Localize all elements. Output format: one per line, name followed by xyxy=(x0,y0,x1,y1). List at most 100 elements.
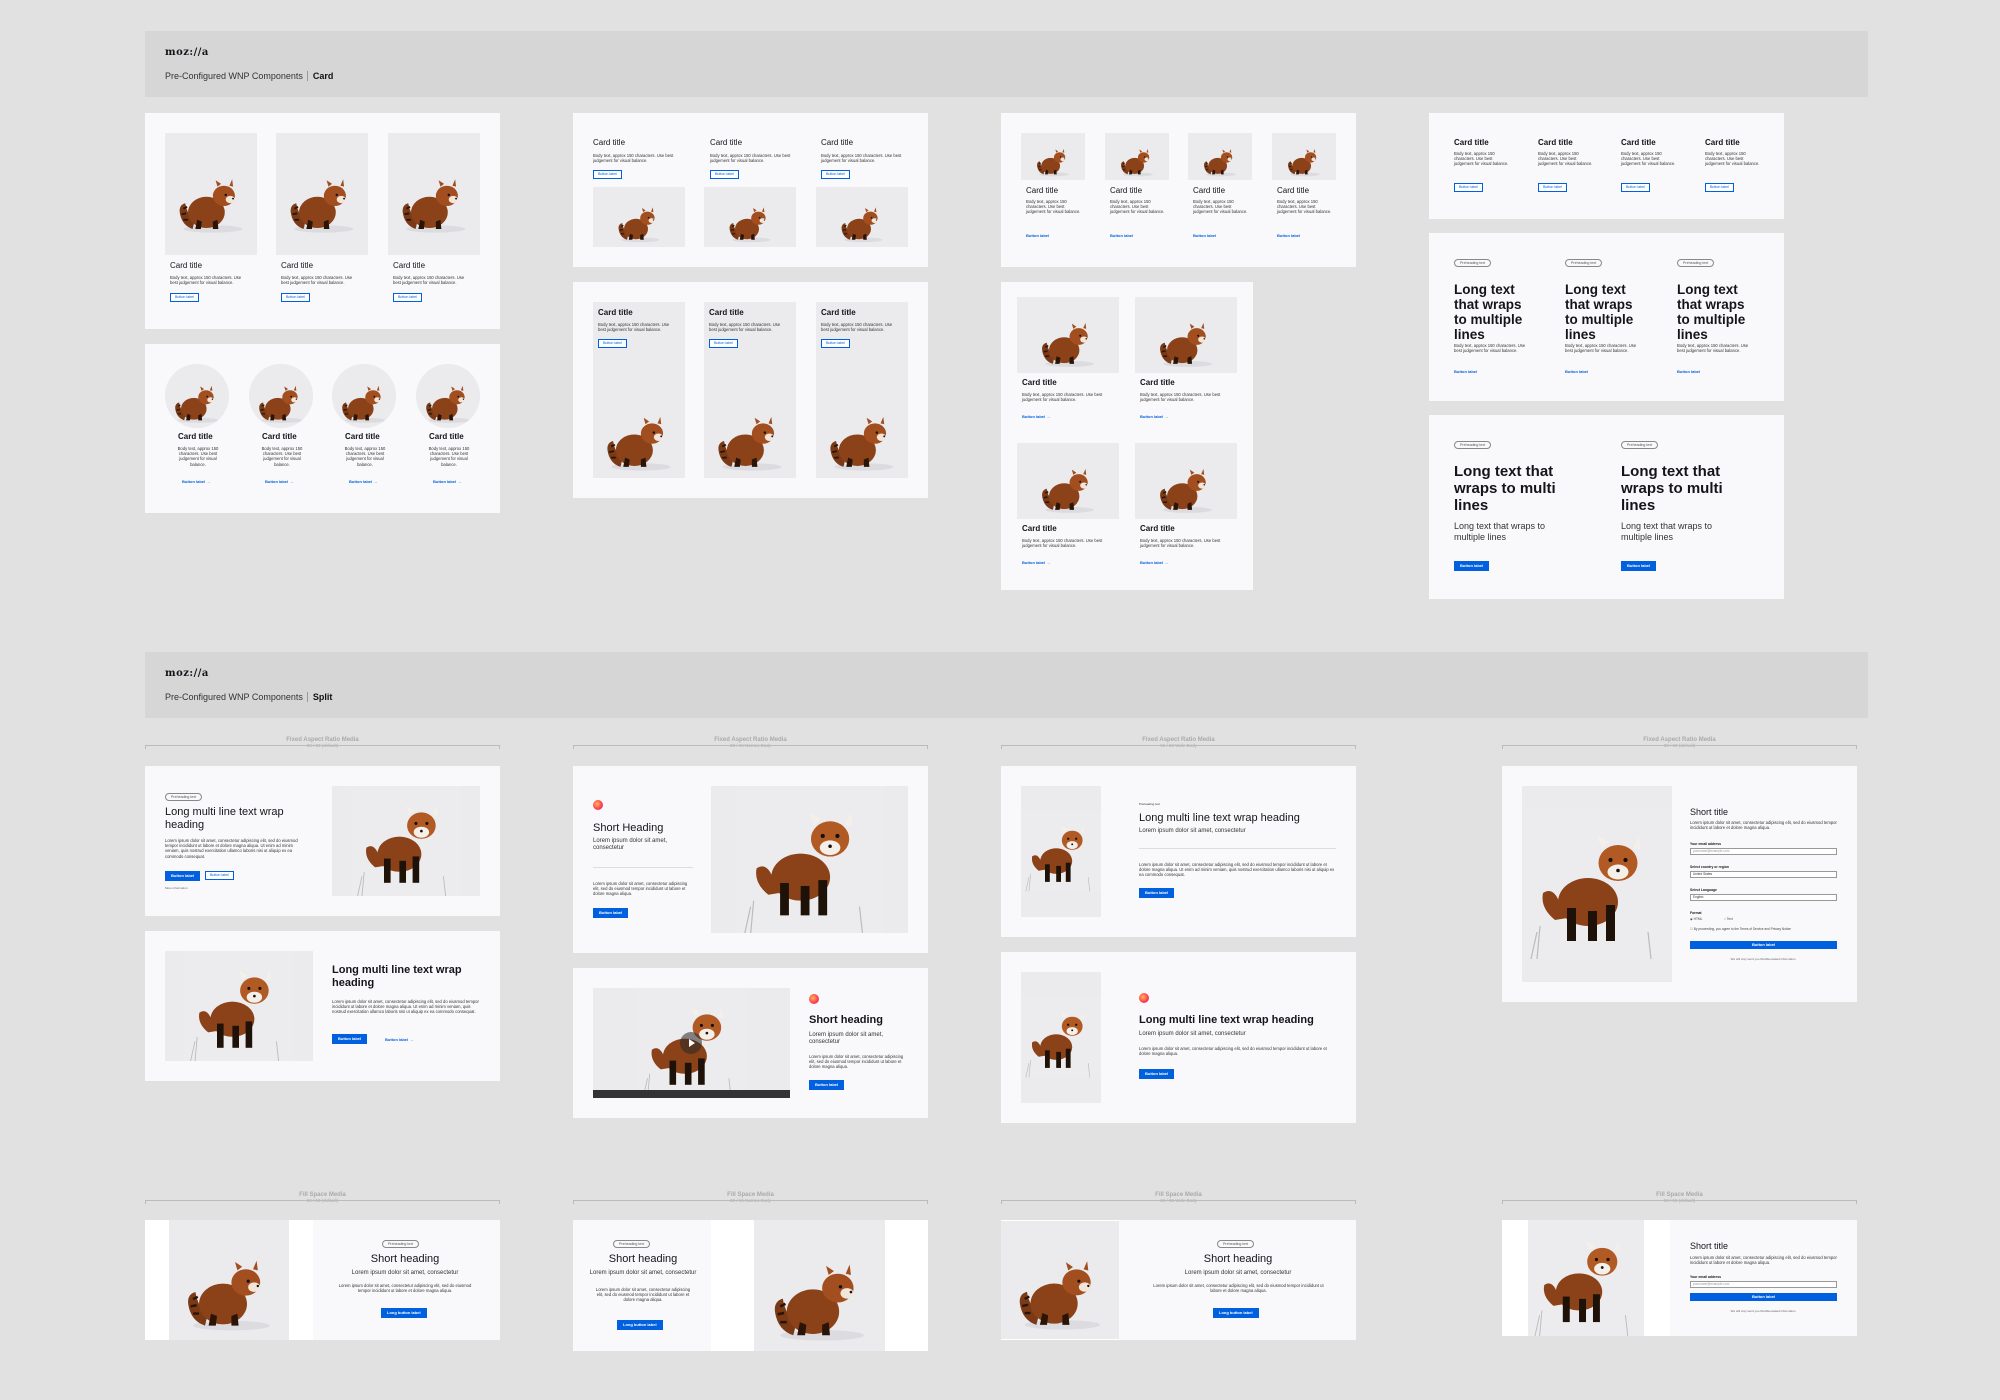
card-body: Body text, approx 150 characters. Use be… xyxy=(281,275,353,286)
submit-button[interactable]: Button label xyxy=(1690,941,1837,949)
card-title: Card title xyxy=(1277,186,1310,195)
card-link[interactable]: Button label → xyxy=(265,479,293,484)
card-body: Body text, approx 150 characters. Use be… xyxy=(710,153,791,164)
card-body: Body text, approx 150 characters. Use be… xyxy=(821,153,902,164)
card-button[interactable]: Button label xyxy=(1621,561,1657,571)
card-title: Card title xyxy=(598,308,633,317)
split-image xyxy=(1021,972,1101,1103)
card-image xyxy=(1105,133,1169,180)
card-title: Card title xyxy=(345,432,380,441)
primary-button[interactable]: Button label xyxy=(593,908,629,918)
email-input[interactable]: yourname@example.com xyxy=(1690,1281,1837,1288)
card-body: Body text, approx 150 characters. Use be… xyxy=(344,446,386,467)
preheading-pill: Preheading text xyxy=(1454,259,1492,267)
arrow-icon: → xyxy=(1046,560,1051,565)
card-link[interactable]: Button label xyxy=(1677,369,1700,374)
card-button[interactable]: Button label xyxy=(170,293,199,302)
play-icon[interactable] xyxy=(680,1032,702,1054)
more-info-link[interactable]: More information xyxy=(165,886,188,890)
video-controls[interactable] xyxy=(593,1090,790,1098)
card-long-title: Long text that wraps to multiple lines xyxy=(1454,282,1523,342)
card-title: Card title xyxy=(1193,186,1226,195)
card-button[interactable]: Button label xyxy=(821,339,850,348)
card-image xyxy=(1021,133,1085,180)
card-body: Body text, approx 150 characters. Use be… xyxy=(1705,151,1760,167)
card-body: Body text, approx 150 characters. Use be… xyxy=(261,446,303,467)
card-button[interactable]: Button label xyxy=(593,170,622,179)
arrow-icon: → xyxy=(409,1037,414,1042)
split-image xyxy=(145,1220,313,1340)
card-image-circle xyxy=(416,364,480,428)
card-button[interactable]: Button label xyxy=(281,293,310,302)
card-link[interactable]: Button label xyxy=(1026,233,1049,238)
card-button[interactable]: Button label xyxy=(1538,183,1567,192)
format-radio-text[interactable]: ○ Text xyxy=(1724,917,1733,921)
format-radio-html[interactable]: ◉ HTML xyxy=(1690,917,1702,921)
card-link[interactable]: Button label → xyxy=(349,479,377,484)
card-body: Body text, approx 150 characters. Use be… xyxy=(821,322,893,333)
card-link[interactable]: Button label → xyxy=(1022,560,1050,565)
format-label: Format xyxy=(1690,911,1702,915)
preheading-pill: Preheading text xyxy=(1217,1240,1255,1248)
card-link[interactable]: Button label → xyxy=(1022,414,1050,419)
card-link[interactable]: Button label → xyxy=(433,479,461,484)
card-panel-2x2: Card title Card title Body text, approx … xyxy=(1001,282,1253,590)
card-button[interactable]: Button label xyxy=(821,170,850,179)
card-button[interactable]: Button label xyxy=(710,170,739,179)
primary-button[interactable]: Long button label xyxy=(617,1320,663,1330)
primary-button[interactable]: Button label xyxy=(809,1080,845,1090)
primary-button[interactable]: Long button label xyxy=(1213,1308,1259,1318)
consent-checkbox[interactable]: ☐ By proceeding, you agree to the Terms … xyxy=(1690,927,1791,931)
split-subheading: Lorem ipsum dolor sit amet, consectetur xyxy=(593,838,668,851)
split-body: Lorem ipsum dolor sit amet, consectetur … xyxy=(595,1287,691,1303)
email-input[interactable]: yourname@example.com xyxy=(1690,848,1837,855)
card-long-title: Long text that wraps to multi lines xyxy=(1454,463,1556,514)
link-button[interactable]: Button label → xyxy=(385,1037,413,1042)
card-button[interactable]: Button label xyxy=(598,339,627,348)
split-body: Lorem ipsum dolor sit amet, consectetur … xyxy=(593,881,688,897)
split-image xyxy=(165,951,313,1061)
split-3366-narrow-body: Short Heading Lorem ipsum dolor sit amet… xyxy=(573,766,928,953)
split-heading: Short Heading xyxy=(593,822,664,834)
card-title: Card title xyxy=(593,138,626,147)
card-link[interactable]: Button label → xyxy=(1140,414,1168,419)
card-link[interactable]: Button label → xyxy=(182,479,210,484)
card-button[interactable]: Button label xyxy=(1705,183,1734,192)
card-button[interactable]: Button label xyxy=(1621,183,1650,192)
card-link[interactable]: Button label → xyxy=(1140,560,1168,565)
card-title: Card title xyxy=(1026,186,1059,195)
card-long-body: Long text that wraps to multiple lines xyxy=(1454,521,1546,542)
arrow-icon: → xyxy=(457,479,462,484)
card-body: Body text, approx 150 characters. Use be… xyxy=(1565,343,1637,354)
primary-button[interactable]: Button label xyxy=(165,871,201,881)
preheading-pill: Preheading text xyxy=(1677,259,1715,267)
card-long-body: Long text that wraps to multiple lines xyxy=(1621,521,1713,542)
country-select[interactable]: United States xyxy=(1690,871,1837,878)
card-link[interactable]: Button label xyxy=(1110,233,1133,238)
split-image xyxy=(711,786,908,933)
section-bracket xyxy=(573,745,928,749)
divider xyxy=(593,867,693,868)
split-video: Short heading Lorem ipsum dolor sit amet… xyxy=(573,968,928,1118)
card-link[interactable]: Button label xyxy=(1193,233,1216,238)
country-label: Select country or region xyxy=(1690,865,1730,869)
card-panel-4col-circle: Card title Card title Card title Card ti… xyxy=(145,344,500,513)
card-button[interactable]: Button label xyxy=(709,339,738,348)
submit-button[interactable]: Button label xyxy=(1690,1293,1837,1301)
secondary-button[interactable]: Button label xyxy=(205,871,234,880)
primary-button[interactable]: Long button label xyxy=(381,1308,427,1318)
mozilla-logo: moz://a xyxy=(165,47,209,58)
primary-button[interactable]: Button label xyxy=(1139,888,1175,898)
primary-button[interactable]: Button label xyxy=(1139,1069,1175,1079)
language-select[interactable]: English xyxy=(1690,894,1837,901)
primary-button[interactable]: Button label xyxy=(332,1034,368,1044)
card-button[interactable]: Button label xyxy=(1454,561,1490,571)
card-button[interactable]: Button label xyxy=(393,293,422,302)
card-link[interactable]: Button label xyxy=(1277,233,1300,238)
card-button[interactable]: Button label xyxy=(1454,183,1483,192)
split-image xyxy=(1001,1220,1119,1340)
card-link[interactable]: Button label xyxy=(1565,369,1588,374)
card-title: Card title xyxy=(1022,378,1057,387)
card-image-circle xyxy=(332,364,396,428)
card-link[interactable]: Button label xyxy=(1454,369,1477,374)
